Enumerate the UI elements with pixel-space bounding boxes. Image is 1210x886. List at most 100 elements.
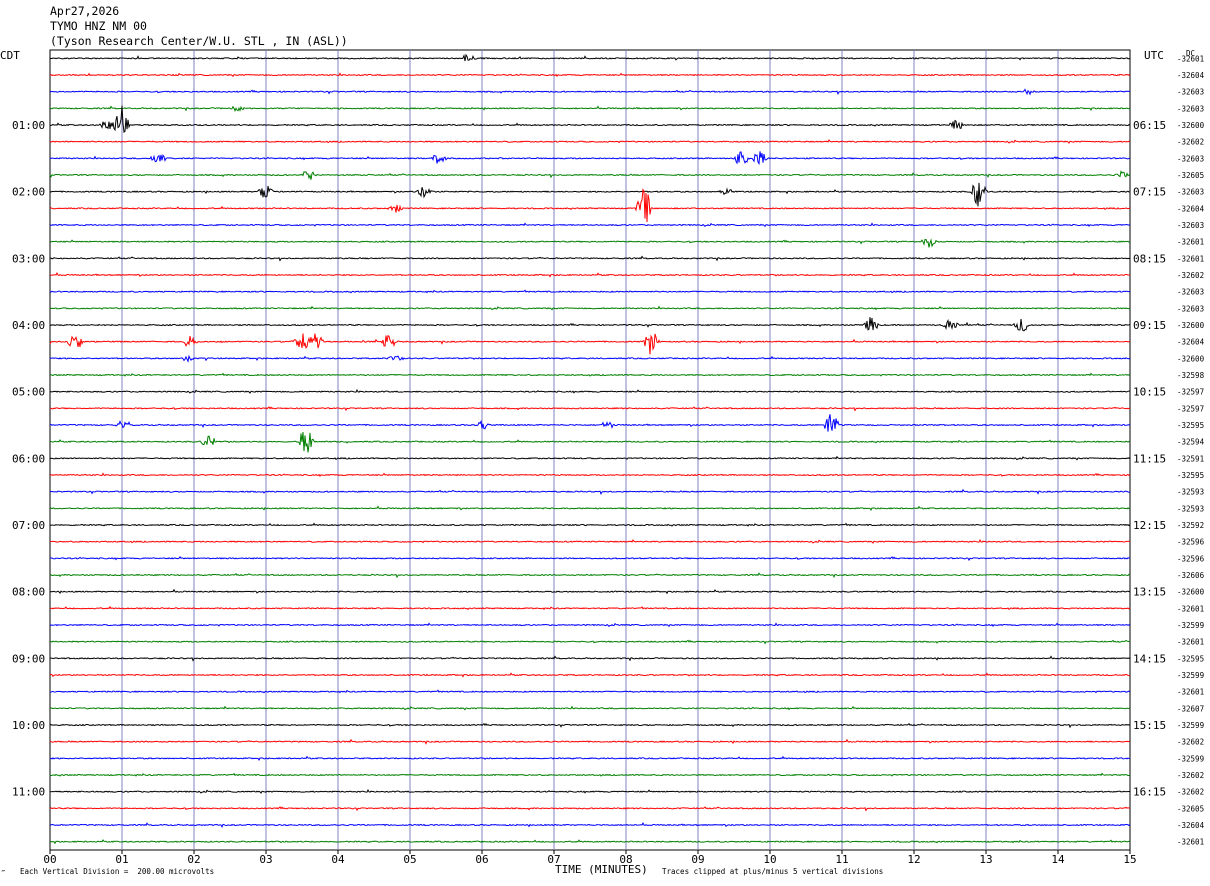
hour-label-right: 08:15 [1133, 252, 1166, 265]
trace-line [49, 305, 1131, 311]
trace-line [49, 639, 1131, 645]
hour-label-left: 04:00 [12, 319, 45, 332]
dc-offset-label: -32603 [1177, 104, 1204, 113]
x-tick-label: 10 [763, 853, 776, 866]
trace-line [49, 170, 1131, 180]
dc-offset-label: -32599 [1177, 721, 1204, 730]
trace-line [49, 432, 1131, 453]
dc-offset-label: -32600 [1177, 588, 1205, 597]
dc-offset-label: -32603 [1177, 221, 1204, 230]
trace-line [49, 772, 1131, 777]
trace-line [49, 317, 1131, 332]
dc-offset-label: -32599 [1177, 671, 1204, 680]
trace-line [49, 839, 1131, 845]
dc-offset-label: -32602 [1177, 771, 1204, 780]
hour-label-left: 03:00 [12, 252, 45, 265]
trace-line [49, 354, 1131, 363]
trace-line [49, 139, 1131, 144]
trace-line [49, 406, 1131, 412]
dc-offset-label: -32594 [1177, 438, 1205, 447]
trace-line [49, 605, 1131, 611]
trace-line [49, 488, 1131, 495]
hour-label-right: 14:15 [1133, 652, 1166, 665]
dc-offset-label: -32604 [1177, 204, 1205, 213]
trace-line [49, 222, 1131, 228]
x-tick-label: 14 [1051, 853, 1065, 866]
hour-label-left: 07:00 [12, 519, 45, 532]
trace-line [49, 472, 1131, 477]
trace-line [49, 556, 1131, 562]
trace-line [49, 238, 1131, 248]
trace-line [49, 388, 1131, 394]
hour-label-right: 11:15 [1133, 452, 1166, 465]
trace-line [49, 414, 1131, 432]
trace-line [49, 806, 1131, 812]
clip-note: Traces clipped at plus/minus 5 vertical … [662, 867, 884, 876]
x-tick-label: 13 [979, 853, 992, 866]
hour-label-right: 15:15 [1133, 719, 1166, 732]
x-tick-label: 15 [1123, 853, 1136, 866]
dc-offset-label: -32604 [1177, 821, 1205, 830]
trace-line [49, 72, 1131, 78]
trace-line [49, 505, 1131, 511]
seismogram-plot: -32601 -32604 -32603 -32603 -32600 -32602 -326… [12, 49, 1205, 866]
hour-label-left: 11:00 [12, 786, 45, 799]
trace-line [49, 755, 1131, 761]
trace-line [49, 255, 1131, 262]
dc-offset-label: -32597 [1177, 404, 1204, 413]
hour-label-right: 12:15 [1133, 519, 1166, 532]
dc-offset-label: -32599 [1177, 754, 1204, 763]
dc-offset-label: -32597 [1177, 388, 1204, 397]
dc-offset-label: -32599 [1177, 621, 1204, 630]
hour-label-left: 06:00 [12, 452, 45, 465]
trace-line [49, 289, 1131, 294]
dc-offset-label: -32602 [1177, 788, 1204, 797]
trace-line [49, 588, 1131, 595]
hour-label-right: 09:15 [1133, 319, 1166, 332]
trace-line [49, 105, 1131, 113]
plot-frame [49, 49, 1131, 851]
trace-line [49, 689, 1131, 694]
scale-note: Each Vertical Division = 200.00 microvol… [20, 867, 215, 876]
trace-line [49, 672, 1131, 678]
dc-offset-label: -32605 [1177, 804, 1204, 813]
dc-offset-label: -32603 [1177, 188, 1204, 197]
x-tick-label: 12 [907, 853, 920, 866]
dc-offset-label: -32604 [1177, 71, 1205, 80]
dc-offset-label: -32591 [1177, 454, 1204, 463]
trace-line [49, 105, 1131, 134]
dc-offset-label: -32601 [1177, 638, 1204, 647]
trace-line [49, 272, 1131, 278]
trace-line [49, 822, 1131, 829]
trace-line [49, 522, 1131, 527]
dc-offset-label: -32601 [1177, 254, 1204, 263]
dc-offset-label: -32596 [1177, 538, 1205, 547]
dc-offset-label: -32601 [1177, 54, 1204, 63]
hour-label-right: 10:15 [1133, 386, 1166, 399]
dc-offset-label: -32596 [1177, 554, 1205, 563]
hour-label-left: 10:00 [12, 719, 45, 732]
trace-line [49, 788, 1131, 794]
trace-line [49, 572, 1131, 579]
trace-line [49, 455, 1131, 461]
x-tick-label: 04 [331, 853, 345, 866]
trace-line [49, 705, 1131, 711]
x-tick-label: 00 [43, 853, 56, 866]
trace-line [49, 333, 1131, 355]
dc-offset-label: -32595 [1177, 471, 1204, 480]
hour-label-left: 05:00 [12, 386, 45, 399]
x-tick-label: 03 [259, 853, 272, 866]
dc-offset-label: -32601 [1177, 604, 1204, 613]
trace-line [49, 53, 1131, 62]
dc-offset-label: -32603 [1177, 88, 1204, 97]
trace-line [49, 538, 1131, 544]
trace-line [49, 722, 1131, 729]
dc-offset-label: -32602 [1177, 738, 1204, 747]
dc-offset-label: -32600 [1177, 121, 1205, 130]
hour-label-right: 07:15 [1133, 186, 1166, 199]
trace-line [49, 738, 1131, 745]
dc-offset-label: -32593 [1177, 488, 1204, 497]
dc-offset-label: -32602 [1177, 138, 1204, 147]
dc-offset-label: -32603 [1177, 154, 1204, 163]
dc-offset-label: -32604 [1177, 338, 1205, 347]
